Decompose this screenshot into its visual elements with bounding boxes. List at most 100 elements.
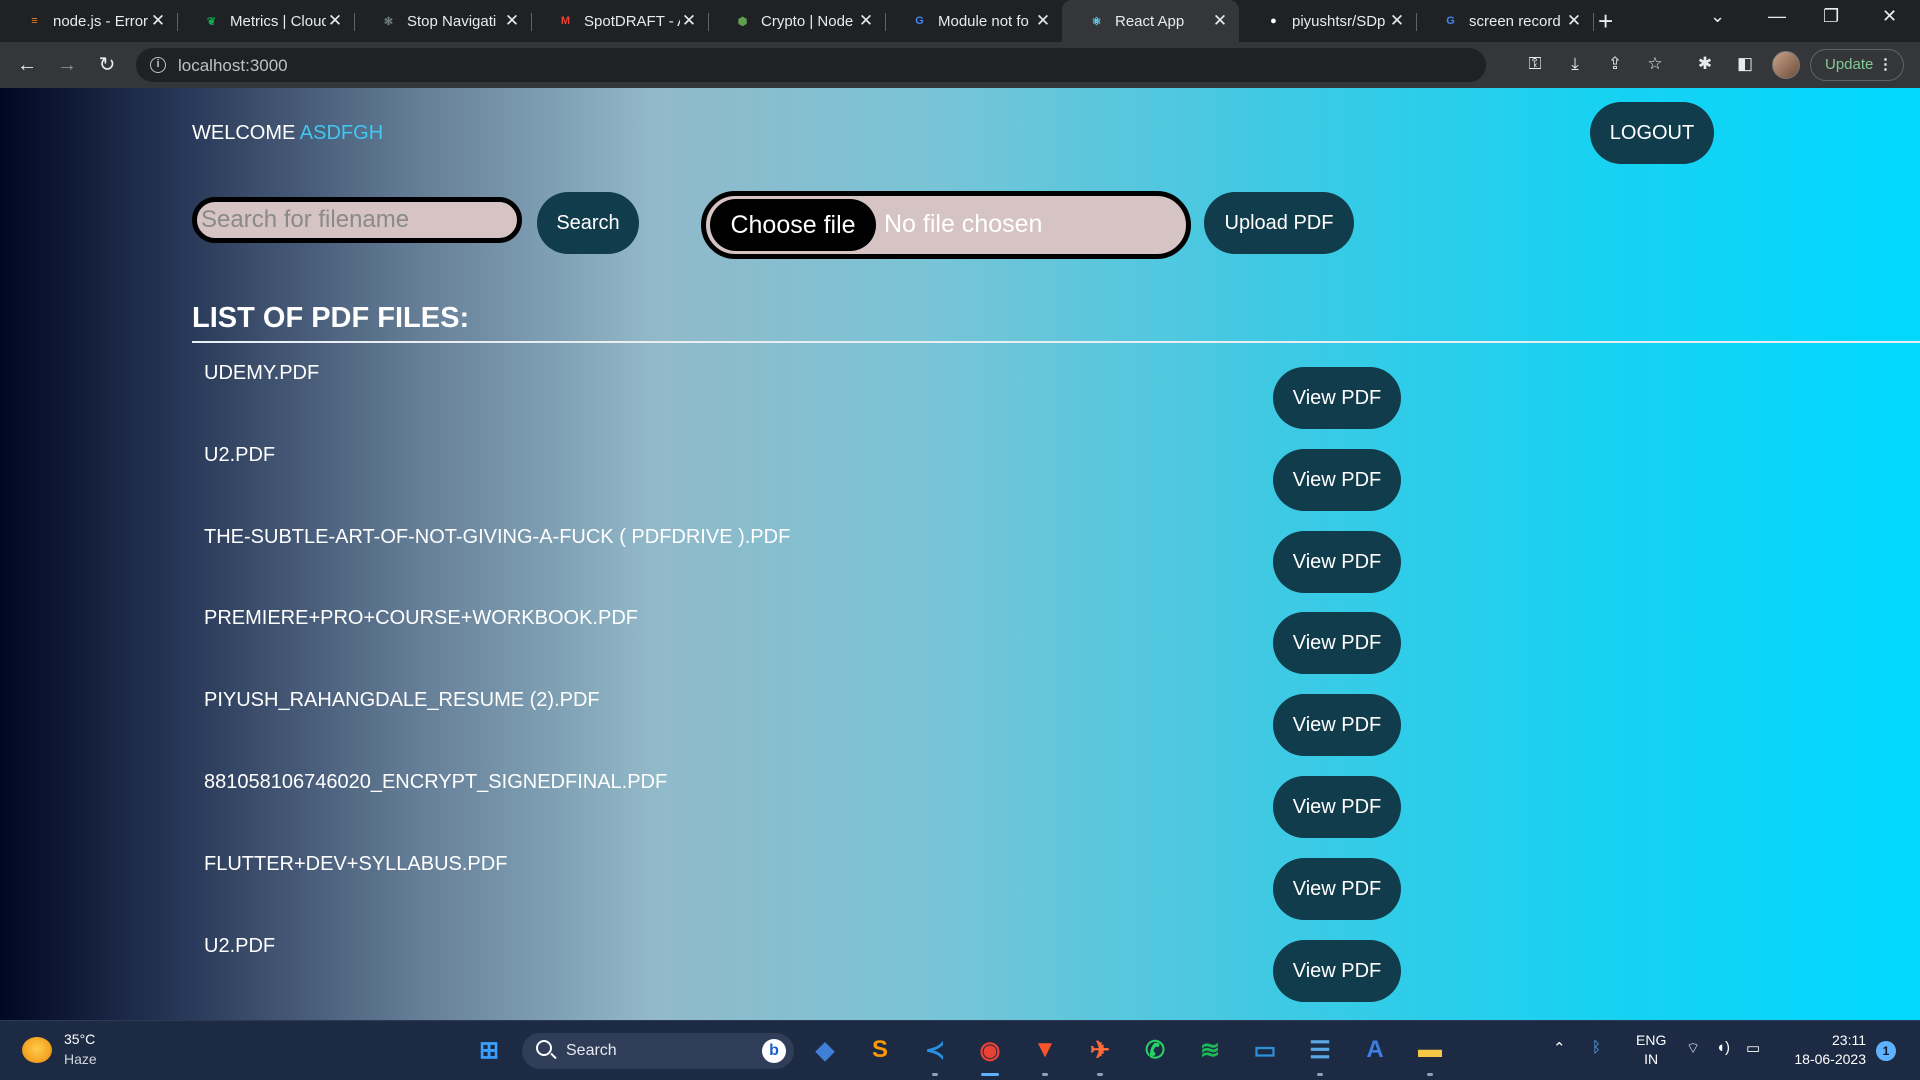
tab-search-chevron-icon[interactable]: ⌄: [1710, 6, 1725, 27]
browser-tab[interactable]: ≡ node.js - Error ✕: [0, 6, 178, 36]
weather-sun-haze-icon[interactable]: [22, 1037, 52, 1063]
browser-tab[interactable]: ● piyushtsr/SDp ✕: [1239, 6, 1417, 36]
logout-button[interactable]: LOGOUT: [1590, 102, 1714, 164]
browser-tab[interactable]: M SpotDRAFT - A ✕: [531, 6, 709, 36]
stack-icon: ≡: [31, 15, 38, 27]
vscode-icon[interactable]: ≺: [919, 1034, 951, 1066]
notepad-icon[interactable]: ☰: [1304, 1034, 1336, 1066]
running-indicator: [1427, 1073, 1433, 1076]
forward-icon[interactable]: →: [54, 52, 80, 78]
tab-close-icon[interactable]: ✕: [1211, 11, 1229, 31]
bing-icon[interactable]: b: [762, 1039, 786, 1063]
site-info-icon[interactable]: i: [150, 57, 166, 73]
tab-close-icon[interactable]: ✕: [149, 11, 167, 31]
tab-title: React App: [1115, 12, 1185, 30]
share-icon[interactable]: ⇪: [1604, 54, 1626, 74]
view-pdf-button[interactable]: View PDF: [1273, 531, 1401, 593]
view-pdf-button[interactable]: View PDF: [1273, 449, 1401, 511]
windows-start-icon[interactable]: ⊞: [473, 1034, 505, 1066]
brave-icon[interactable]: ▼: [1029, 1034, 1061, 1066]
tab-title: Metrics | Cloud: [230, 12, 326, 30]
view-pdf-button[interactable]: View PDF: [1273, 776, 1401, 838]
tab-close-icon[interactable]: ✕: [1034, 11, 1052, 31]
reload-icon[interactable]: ↻: [94, 52, 120, 78]
browser-tab[interactable]: ✻ Stop Navigati ✕: [354, 6, 532, 36]
minimize-icon[interactable]: —: [1768, 6, 1786, 27]
extensions-puzzle-icon[interactable]: ✱: [1694, 54, 1716, 74]
search-field[interactable]: [192, 197, 522, 243]
nodejs-hexagon-icon: ⬢: [737, 15, 748, 28]
side-panel-icon[interactable]: ◧: [1734, 54, 1756, 74]
pdf-filename: U2.PDF: [204, 935, 276, 957]
choose-file-button[interactable]: Choose file: [710, 199, 876, 251]
pdf-list-item: U2.PDF View PDF: [0, 438, 1920, 520]
git-icon[interactable]: ◆: [809, 1034, 841, 1066]
search-button[interactable]: Search: [537, 192, 639, 254]
profile-avatar[interactable]: [1772, 51, 1800, 79]
sublime-text-icon[interactable]: S: [864, 1034, 896, 1066]
system-clock[interactable]: 23:11 18-06-2023: [1786, 1031, 1866, 1069]
tab-close-icon[interactable]: ✕: [680, 11, 698, 31]
spotify-icon[interactable]: ≋: [1194, 1034, 1226, 1066]
view-pdf-button[interactable]: View PDF: [1273, 612, 1401, 674]
back-icon[interactable]: ←: [14, 52, 40, 78]
upload-pdf-button[interactable]: Upload PDF: [1204, 192, 1354, 254]
browser-tab[interactable]: G Module not fo ✕: [885, 6, 1063, 36]
tab-close-icon[interactable]: ✕: [1388, 11, 1406, 31]
language-code: ENG: [1636, 1032, 1667, 1048]
postman-icon[interactable]: ✈: [1084, 1034, 1116, 1066]
taskbar-search[interactable]: Search b: [522, 1033, 794, 1069]
view-pdf-button[interactable]: View PDF: [1273, 858, 1401, 920]
appstore-icon[interactable]: A: [1359, 1034, 1391, 1066]
desktop-icon[interactable]: ▭: [1249, 1034, 1281, 1066]
window-close-icon[interactable]: ✕: [1882, 6, 1897, 27]
file-explorer-icon[interactable]: ▬: [1414, 1034, 1446, 1066]
bluetooth-icon[interactable]: ᛒ: [1592, 1039, 1601, 1056]
restore-icon[interactable]: ❐: [1823, 6, 1839, 27]
bookmark-star-icon[interactable]: ☆: [1644, 54, 1666, 74]
tab-close-icon[interactable]: ✕: [326, 11, 344, 31]
tab-close-icon[interactable]: ✕: [857, 11, 875, 31]
clock-date: 18-06-2023: [1794, 1051, 1866, 1067]
update-label: Update: [1825, 56, 1874, 73]
update-button[interactable]: Update ⋮: [1810, 49, 1904, 81]
clock-time: 23:11: [1832, 1032, 1866, 1048]
view-pdf-button[interactable]: View PDF: [1273, 694, 1401, 756]
whatsapp-icon[interactable]: ✆: [1139, 1034, 1171, 1066]
view-pdf-button[interactable]: View PDF: [1273, 940, 1401, 1002]
chrome-icon[interactable]: ◉: [974, 1034, 1006, 1066]
tab-close-icon[interactable]: ✕: [503, 11, 521, 31]
new-tab-icon[interactable]: +: [1598, 7, 1613, 35]
browser-toolbar: ← → ↻ i localhost:3000 ⚿ ⤓ ⇪ ☆ ✱ ◧ Updat…: [0, 42, 1920, 88]
weather-description[interactable]: Haze: [64, 1051, 97, 1067]
menu-kebab-icon[interactable]: ⋮: [1878, 50, 1893, 80]
install-icon[interactable]: ⤓: [1564, 54, 1586, 74]
address-bar[interactable]: i localhost:3000: [136, 48, 1486, 82]
browser-tab[interactable]: ⚛ React App ✕: [1062, 0, 1239, 42]
pdf-list-item: U2.PDF View PDF: [0, 929, 1920, 1011]
file-input[interactable]: Choose file No file chosen: [701, 191, 1191, 259]
pdf-filename: UDEMY.PDF: [204, 362, 320, 384]
google-icon: G: [915, 15, 924, 27]
username: ASDFGH: [299, 122, 384, 144]
react-app-page: WELCOME ASDFGH LOGOUT Search Choose file…: [0, 88, 1920, 1020]
battery-icon[interactable]: ▭: [1746, 1039, 1760, 1057]
address-url[interactable]: localhost:3000: [178, 56, 288, 76]
windows-taskbar: 35°C Haze Search b ⊞ ◆ S ≺ ◉ ▼ ✈ ✆ ≋ ▭ ☰ A ▬ ⌃ ᛒ ENG…: [0, 1020, 1920, 1080]
browser-tab[interactable]: ❦ Metrics | Cloud ✕: [177, 6, 355, 36]
key-icon[interactable]: ⚿: [1524, 54, 1546, 74]
file-status: No file chosen: [884, 210, 1043, 238]
wifi-icon[interactable]: ⌔: [1686, 1039, 1700, 1058]
browser-tab[interactable]: Gscreen record ✕: [1416, 6, 1594, 36]
view-pdf-button[interactable]: View PDF: [1273, 367, 1401, 429]
volume-icon[interactable]: ◖): [1716, 1039, 1730, 1056]
notification-badge[interactable]: 1: [1876, 1041, 1896, 1061]
pdf-filename: PREMIERE+PRO+COURSE+WORKBOOK.PDF: [204, 607, 638, 629]
weather-temperature[interactable]: 35°C: [64, 1031, 95, 1047]
pdf-list-item: UDEMY.PDF View PDF: [0, 356, 1920, 438]
browser-tab[interactable]: ⬢ Crypto | Node ✕: [708, 6, 886, 36]
language-indicator[interactable]: ENG IN: [1636, 1031, 1666, 1069]
search-input[interactable]: [197, 202, 517, 238]
show-hidden-icons-chevron-icon[interactable]: ⌃: [1553, 1039, 1566, 1057]
tab-close-icon[interactable]: ✕: [1565, 11, 1583, 31]
